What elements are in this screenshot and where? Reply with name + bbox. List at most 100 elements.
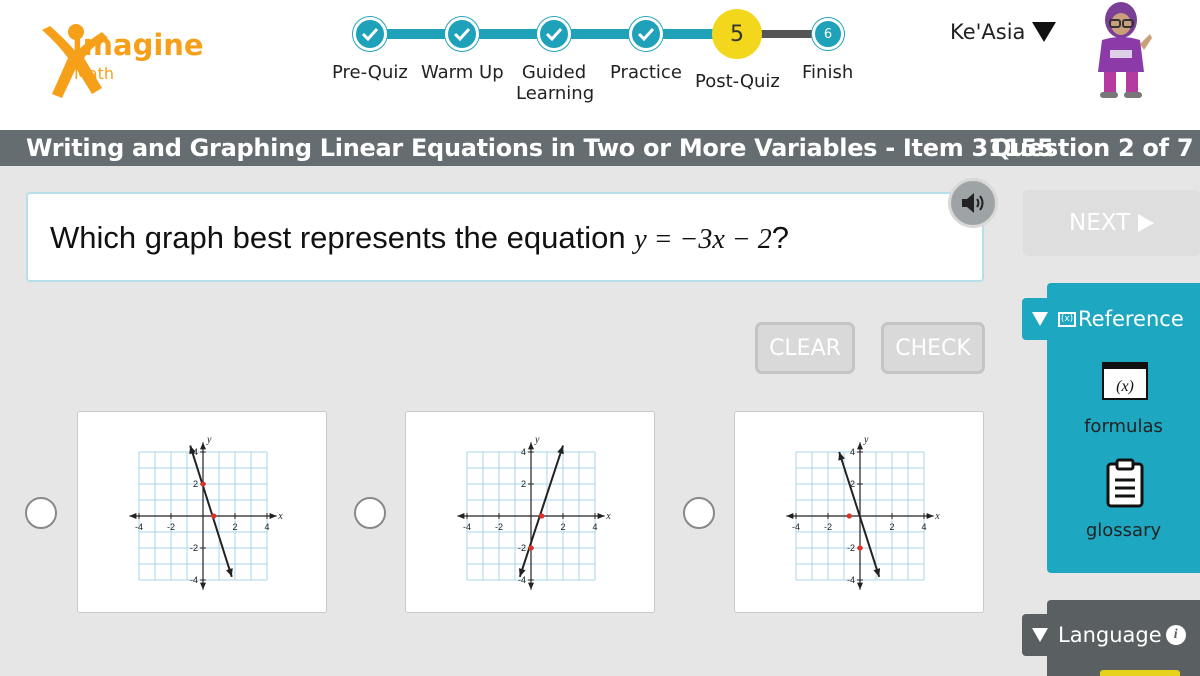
choice-b-graph: -4 -2 2 442-2-4xy	[457, 434, 611, 590]
y-tick-label: 4	[850, 447, 855, 457]
step-label-post-quiz: Post-Quiz	[695, 71, 780, 92]
y-tick-label: -4	[847, 575, 855, 585]
graph-point	[528, 545, 534, 551]
step-post-quiz[interactable]: 5	[712, 9, 762, 59]
collapse-triangle-icon	[1032, 312, 1048, 326]
play-arrow-icon	[1138, 214, 1155, 232]
speaker-icon	[962, 193, 984, 213]
choice-a-graph: -4-22442-2-4xy	[129, 434, 283, 590]
next-button[interactable]: NEXT	[1023, 190, 1200, 256]
choice-a-radio[interactable]	[25, 497, 57, 529]
y-tick-label: 4	[521, 447, 526, 457]
formulas-label[interactable]: formulas	[1047, 416, 1200, 437]
info-icon[interactable]: i	[1165, 625, 1186, 645]
step-pre-quiz[interactable]	[353, 17, 387, 51]
reference-icon: (x)	[1058, 311, 1076, 327]
clipboard-icon[interactable]	[1105, 458, 1145, 508]
x-tick-label: -2	[167, 522, 175, 532]
choice-c-card[interactable]: -4 -2 2 4 4 2 -2 -4 x y	[734, 411, 984, 613]
logo-title: Imagine	[72, 28, 204, 62]
step-label-finish: Finish	[802, 62, 854, 83]
x-axis-arrow	[129, 513, 137, 519]
y-axis-arrow	[200, 582, 206, 590]
x-axis-arrow	[269, 513, 277, 519]
graph-line	[518, 445, 564, 578]
choice-c-radio[interactable]	[683, 497, 715, 529]
formula-glyph: (x)	[1116, 378, 1134, 395]
language-tab[interactable]: Language i	[1022, 614, 1200, 656]
y-axis-arrow	[528, 442, 534, 450]
y-axis-arrow	[200, 442, 206, 450]
y-axis-label: y	[863, 434, 869, 445]
x-tick-label: -4	[463, 522, 471, 532]
x-tick-label: 4	[592, 522, 597, 532]
check-icon	[453, 27, 471, 41]
y-axis-arrow	[857, 442, 863, 450]
y-axis-label: y	[534, 434, 540, 445]
step-label-warm-up: Warm Up	[421, 62, 504, 83]
clear-button[interactable]: CLEAR	[755, 322, 855, 374]
step-practice[interactable]	[629, 17, 663, 51]
logo-subtitle: Math	[74, 64, 115, 83]
x-tick-label: 4	[264, 522, 269, 532]
y-tick-label: -2	[518, 543, 526, 553]
x-tick-label: 2	[889, 522, 894, 532]
step-label-guided-learning-text: Guided Learning	[516, 62, 595, 104]
choice-b-card[interactable]: -4 -2 2 4 4 2 -2 -4 x y	[405, 411, 655, 613]
x-axis-label: x	[605, 511, 611, 522]
check-icon	[545, 27, 563, 41]
y-tick-label: -4	[190, 575, 198, 585]
x-tick-label: -2	[495, 522, 503, 532]
user-name[interactable]: Ke'Asia	[950, 20, 1025, 44]
x-axis-arrow	[786, 513, 794, 519]
x-tick-label: 4	[921, 522, 926, 532]
language-indicator	[1100, 670, 1180, 676]
choice-a-card[interactable]: -4-22442-2-4xy	[77, 411, 327, 613]
reference-tab[interactable]: (x) Reference	[1022, 298, 1200, 340]
lesson-title: Writing and Graphing Linear Equations in…	[26, 134, 1054, 162]
y-axis-arrow	[857, 582, 863, 590]
glossary-label[interactable]: glossary	[1047, 520, 1200, 541]
graph-line-arrow	[226, 568, 233, 577]
step-label-practice: Practice	[610, 62, 682, 83]
question-counter: Question 2 of 7	[991, 134, 1194, 162]
x-axis-label: x	[934, 511, 940, 522]
formula-icon[interactable]: (x)	[1102, 362, 1148, 400]
step-finish[interactable]: 6	[812, 18, 844, 50]
language-label: Language	[1058, 623, 1162, 647]
question-end: ?	[771, 220, 789, 255]
y-axis-label: y	[206, 434, 212, 445]
header: Imagine Math 5 6 Pre-Quiz Warm Up Guided…	[0, 0, 1200, 130]
y-tick-label: -2	[190, 543, 198, 553]
x-tick-label: 2	[232, 522, 237, 532]
graph-point	[211, 513, 217, 519]
y-axis-arrow	[528, 582, 534, 590]
graph-point	[846, 513, 852, 519]
x-axis-label: x	[277, 511, 283, 522]
y-tick-label: -2	[847, 543, 855, 553]
step-guided-learning[interactable]	[537, 17, 571, 51]
check-button[interactable]: CHECK	[881, 322, 985, 374]
graph-point	[857, 545, 863, 551]
next-label: NEXT	[1069, 210, 1131, 236]
step-warm-up[interactable]	[445, 17, 479, 51]
x-axis-arrow	[457, 513, 465, 519]
audio-button[interactable]	[948, 178, 998, 228]
graph-line-arrow	[873, 568, 881, 577]
choice-b-radio[interactable]	[354, 497, 386, 529]
question-equation: y = −3x − 2	[634, 224, 772, 255]
step-label-guided-learning: Guided Learning	[516, 62, 595, 104]
graph-line	[838, 451, 881, 578]
x-tick-label: -4	[135, 522, 143, 532]
user-menu-caret-icon[interactable]	[1032, 22, 1056, 42]
avatar[interactable]	[1088, 0, 1154, 100]
question-prompt: Which graph best represents the equation	[50, 220, 626, 255]
check-icon	[361, 27, 379, 41]
step-finish-number: 6	[823, 26, 833, 42]
step-label-pre-quiz: Pre-Quiz	[332, 62, 408, 83]
x-tick-label: -2	[824, 522, 832, 532]
check-icon	[637, 27, 655, 41]
lesson-title-bar: Writing and Graphing Linear Equations in…	[0, 130, 1200, 166]
collapse-triangle-icon	[1032, 628, 1048, 642]
question-text: Which graph best represents the equation…	[50, 220, 789, 256]
